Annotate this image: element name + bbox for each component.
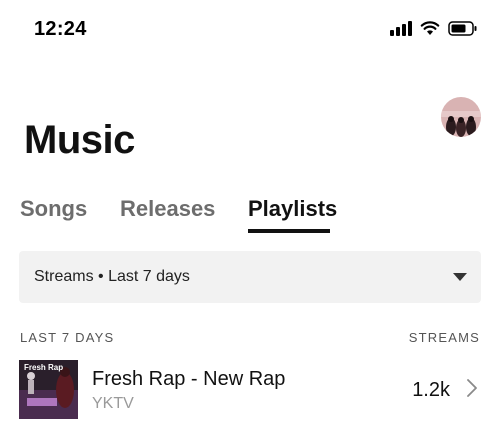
tab-releases[interactable]: Releases	[120, 196, 215, 222]
streams-filter-dropdown[interactable]: Streams • Last 7 days	[19, 251, 481, 303]
status-bar: 12:24	[0, 0, 500, 56]
wifi-icon	[420, 21, 440, 35]
battery-icon	[448, 20, 477, 36]
thumbnail-title: Fresh Rap	[24, 363, 64, 372]
tab-songs[interactable]: Songs	[20, 196, 87, 222]
tab-playlists[interactable]: Playlists	[248, 196, 337, 222]
chevron-right-icon	[467, 379, 477, 397]
signal-icon	[390, 20, 412, 36]
avatar-image	[441, 97, 481, 137]
playlist-streams: 1.2k	[412, 379, 450, 401]
playlist-thumbnail: Fresh Rap	[19, 360, 78, 419]
playlist-curator: YKTV	[92, 395, 134, 412]
avatar[interactable]	[441, 97, 481, 137]
filter-label: Streams • Last 7 days	[34, 268, 190, 285]
page-title: Music	[24, 118, 135, 162]
list-item[interactable]: Fresh Rap Fresh Rap - New Rap YKTV 1.2k	[0, 358, 500, 420]
caret-down-icon	[453, 273, 467, 281]
playlist-title: Fresh Rap - New Rap	[92, 368, 286, 390]
status-icons	[390, 20, 478, 36]
status-time: 12:24	[34, 18, 87, 40]
active-tab-indicator	[248, 229, 330, 233]
section-header-period: LAST 7 DAYS	[20, 330, 115, 345]
section-header-streams: STREAMS	[408, 330, 480, 345]
